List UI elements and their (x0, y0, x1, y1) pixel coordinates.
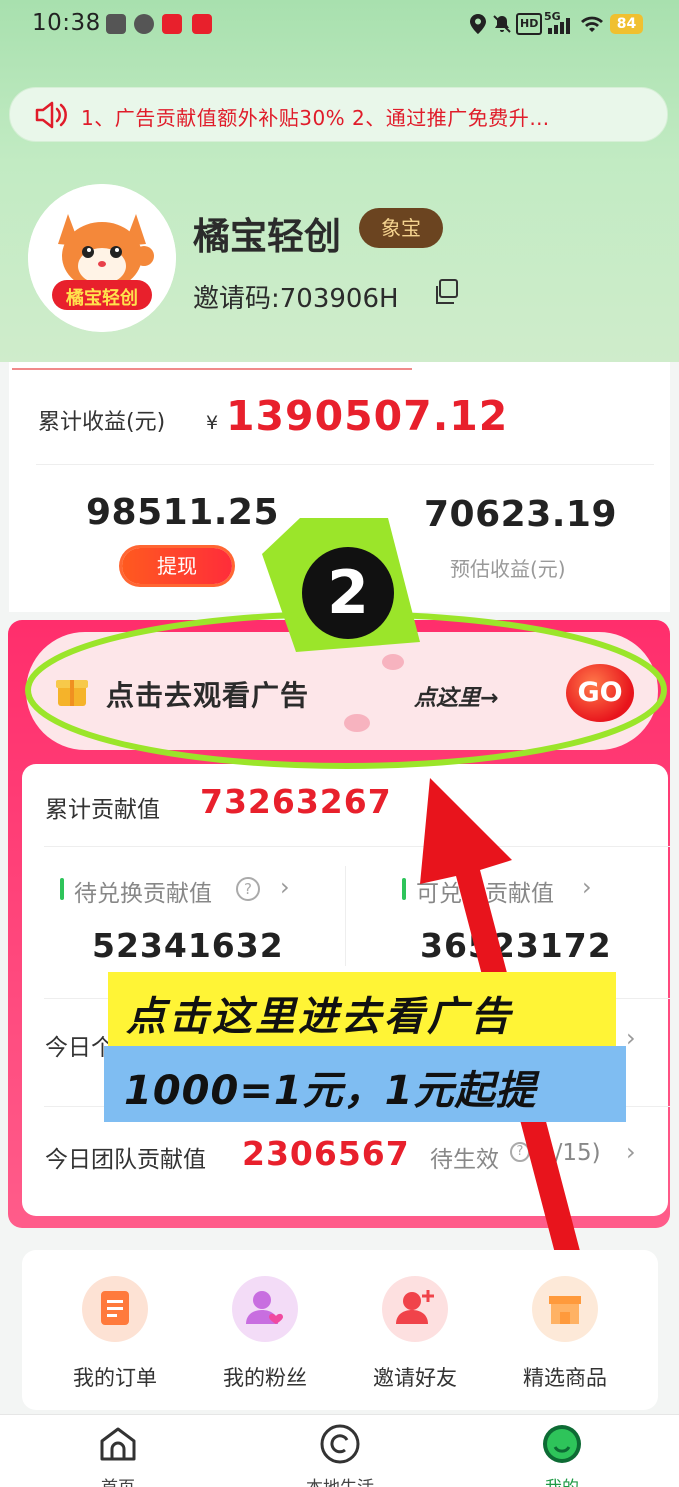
status-time: 10:38 (32, 10, 101, 36)
location-icon (470, 14, 486, 34)
user-nickname: 橘宝轻创 (193, 215, 341, 258)
menu-label: 精选商品 (523, 1366, 607, 1390)
nav-item-home[interactable]: 首页 (68, 1423, 168, 1487)
home-icon (100, 1427, 136, 1461)
menu-item-orders[interactable]: 我的订单 (55, 1276, 175, 1392)
member-level-badge: 象宝 (359, 208, 443, 248)
menu-label: 我的订单 (73, 1366, 157, 1390)
bottom-nav: 首页 本地生活 我的 (0, 1414, 679, 1487)
signal-icon (548, 18, 570, 34)
local-life-icon (320, 1424, 360, 1464)
caption-watch-ad: 点击这里进去看广告 (108, 972, 616, 1046)
estimated-earnings-value: 70623.19 (424, 494, 618, 535)
pending-effect-count: 0/15) (540, 1140, 601, 1166)
copy-icon[interactable] (432, 278, 460, 306)
menu-label: 邀请好友 (373, 1366, 457, 1390)
watch-ad-label: 点击去观看广告 (106, 679, 310, 712)
divider (44, 846, 670, 847)
wechat-icon (134, 14, 154, 34)
estimated-earnings-label: 预估收益(元) (450, 557, 566, 581)
shop-icon (532, 1276, 598, 1342)
divider-vertical (345, 866, 346, 966)
caption-rate: 1000=1元，1元起提 (104, 1046, 626, 1122)
mute-icon (493, 15, 511, 33)
announcement-text: 1、广告贡献值额外补贴30% 2、通过推广免费升… (81, 106, 550, 130)
invite-friend-icon (382, 1276, 448, 1342)
go-button[interactable]: GO (566, 664, 634, 722)
avatar[interactable]: 橘宝轻创 (28, 184, 176, 332)
chevron-right-icon[interactable]: › (626, 1138, 636, 1166)
app-red-icon (162, 14, 182, 34)
green-marker (402, 878, 406, 900)
step-number-badge: 2 (302, 547, 394, 639)
team-contribution-label: 今日团队贡献值 (45, 1147, 206, 1173)
nav-label: 本地生活 (290, 1473, 390, 1487)
caption-line1: 点击这里进去看广告 (126, 994, 513, 1040)
app-badge-icon (192, 14, 212, 34)
menu-item-products[interactable]: 精选商品 (505, 1276, 625, 1392)
app-notification-icon (106, 14, 126, 34)
currency-symbol: ¥ (206, 412, 219, 434)
total-earnings-label: 累计收益(元) (38, 410, 166, 435)
profile-icon (543, 1425, 581, 1463)
pending-effect-text: 待生效 (430, 1147, 499, 1173)
gift-icon (56, 680, 88, 706)
exchangeable-label[interactable]: 可兑换贡献值 (416, 874, 554, 908)
order-icon (82, 1276, 148, 1342)
help-icon[interactable]: ? (510, 1142, 530, 1162)
menu-item-invite[interactable]: 邀请好友 (355, 1276, 475, 1392)
decor-line (12, 368, 412, 370)
pending-exchange-value: 52341632 (92, 926, 284, 965)
chevron-right-icon[interactable]: › (626, 1024, 636, 1052)
invite-code: 邀请码:703906H (193, 284, 399, 314)
announcement-bar[interactable]: 1、广告贡献值额外补贴30% 2、通过推广免费升… (9, 87, 668, 142)
withdrawable-value: 98511.25 (86, 492, 280, 533)
nav-label: 我的 (512, 1473, 612, 1487)
green-marker (60, 878, 64, 900)
fans-icon (232, 1276, 298, 1342)
withdraw-button[interactable]: 提现 (122, 548, 232, 584)
speaker-icon (35, 101, 67, 129)
petal-decor (382, 654, 404, 670)
click-here-label: 点这里→ (414, 686, 499, 711)
divider (36, 464, 654, 465)
avatar-logo-text: 橘宝轻创 (66, 288, 138, 309)
total-contribution-label: 累计贡献值 (45, 797, 160, 823)
menu-label: 我的粉丝 (223, 1366, 307, 1390)
help-icon[interactable]: ? (236, 877, 260, 901)
pending-exchange-label[interactable]: 待兑换贡献值 (74, 874, 212, 908)
petal-decor (344, 714, 370, 732)
battery-indicator: 84 (610, 14, 643, 34)
total-contribution-value: 73263267 (200, 782, 392, 821)
nav-label: 首页 (68, 1473, 168, 1487)
caption-line2: 1000=1元，1元起提 (124, 1068, 537, 1114)
wifi-icon (581, 16, 603, 32)
nav-item-local-life[interactable]: 本地生活 (290, 1423, 390, 1487)
status-bar: 10:38 HD 5G 84 (0, 0, 679, 50)
pending-effect-label[interactable]: 待生效 (430, 1140, 499, 1174)
team-contribution-value: 2306567 (242, 1134, 410, 1173)
hd-indicator: HD (516, 13, 543, 35)
chevron-right-icon[interactable]: › (280, 873, 290, 901)
total-earnings-value: 1390507.12 (226, 392, 509, 440)
exchangeable-value: 36523172 (420, 926, 612, 965)
chevron-right-icon[interactable]: › (582, 873, 592, 901)
menu-item-fans[interactable]: 我的粉丝 (205, 1276, 325, 1392)
nav-item-profile[interactable]: 我的 (512, 1423, 612, 1487)
